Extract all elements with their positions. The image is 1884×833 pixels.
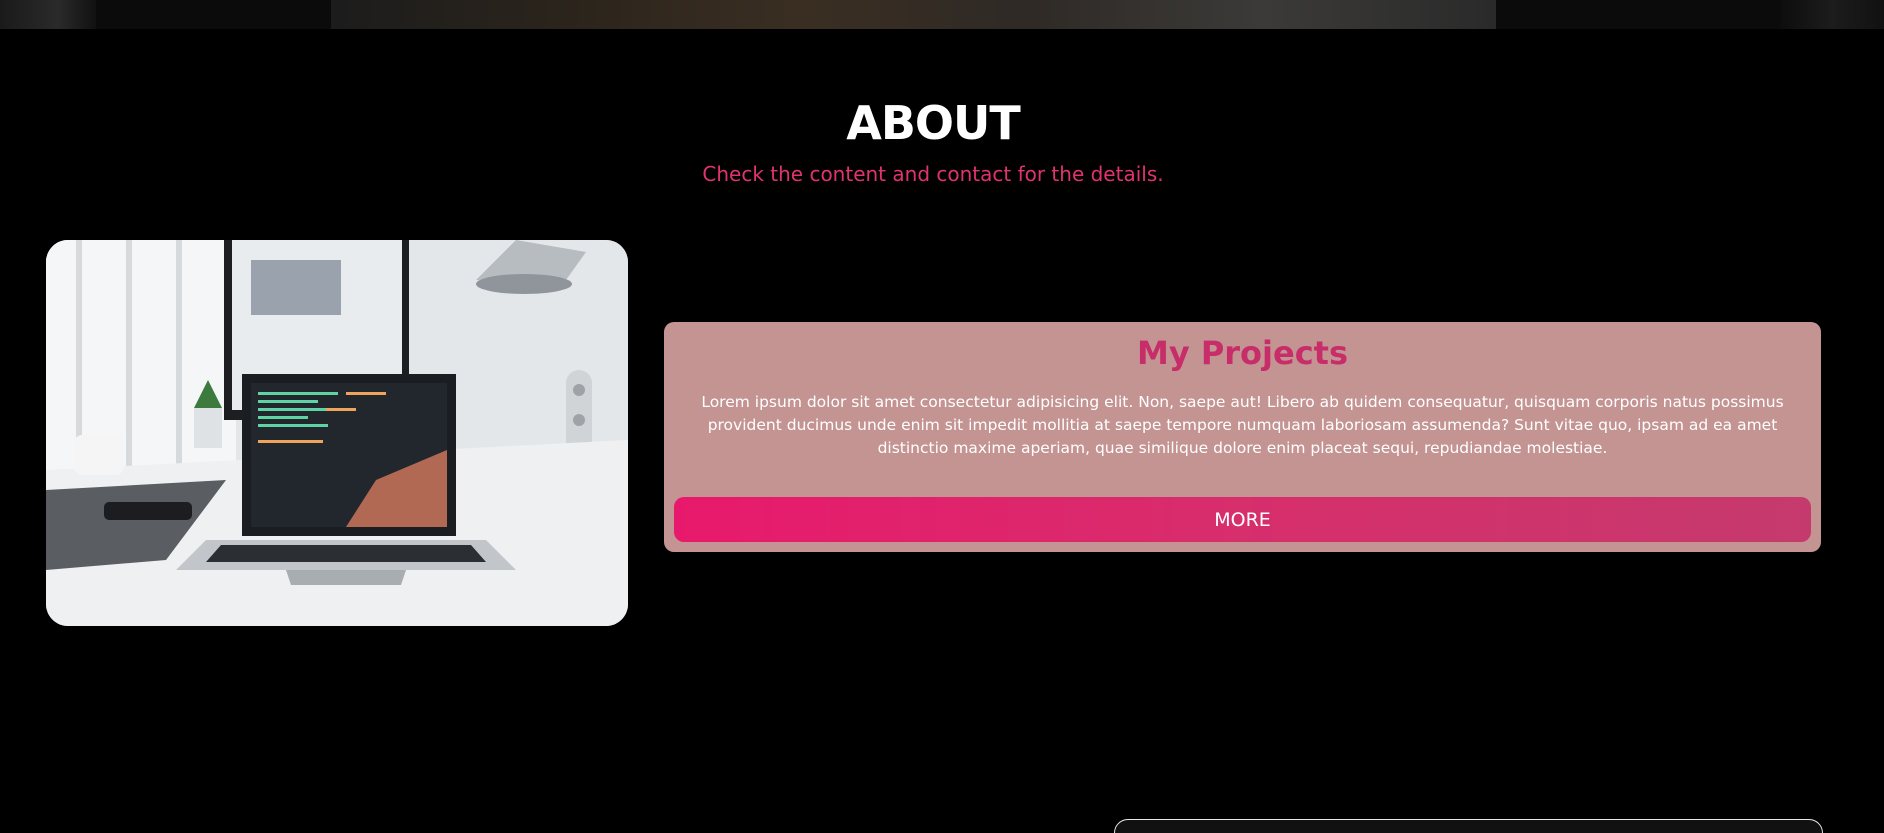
laptop-desk-photo [46, 240, 628, 626]
about-title: ABOUT [846, 96, 1021, 150]
hero-image-strip [0, 0, 1884, 29]
about-subtitle: Check the content and contact for the de… [702, 162, 1164, 186]
projects-title: My Projects [1136, 334, 1349, 372]
page: ABOUT Check the content and contact for … [0, 0, 1884, 833]
projects-card: My Projects Lorem ipsum dolor sit amet c… [664, 322, 1821, 552]
projects-text: Lorem ipsum dolor sit amet consectetur a… [701, 393, 1784, 457]
bottom-partial-box [1114, 819, 1823, 833]
more-button[interactable]: MORE [674, 497, 1811, 542]
